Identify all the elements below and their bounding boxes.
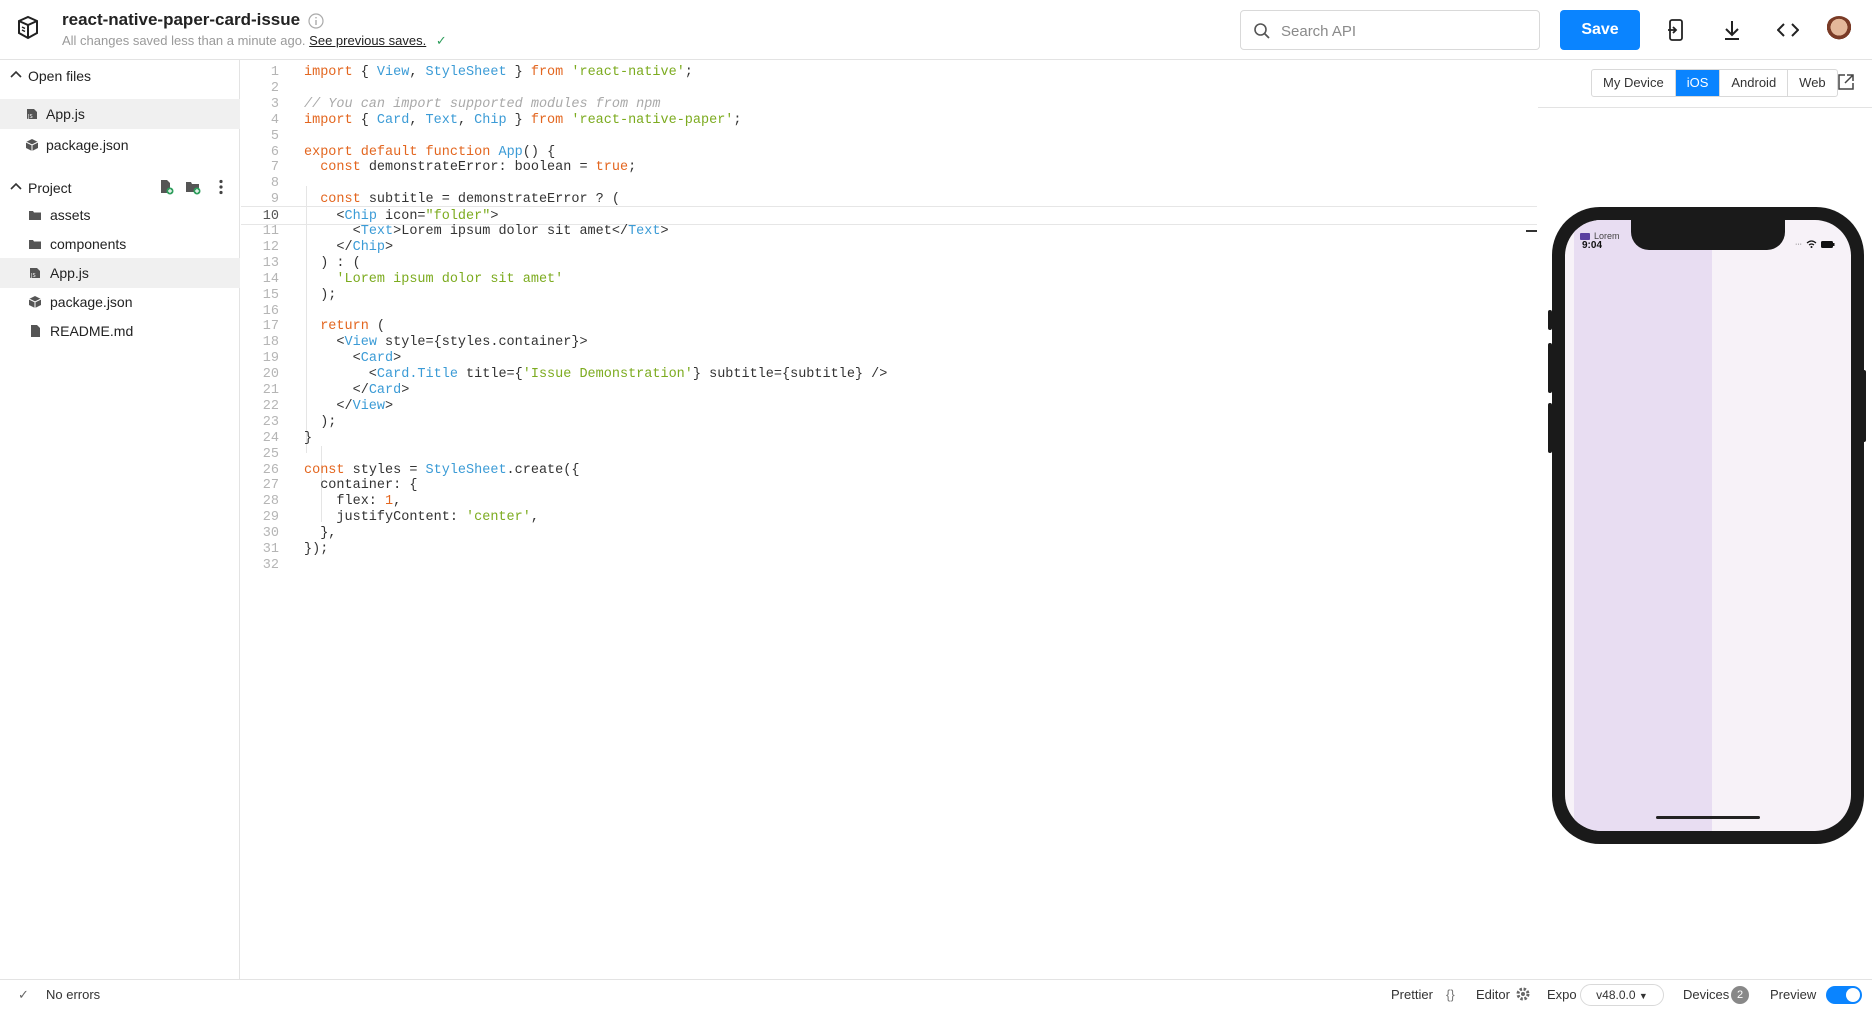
open-files-header[interactable]: Open files [0,62,240,90]
search-api-box[interactable] [1240,10,1540,50]
platform-web[interactable]: Web [1788,70,1837,96]
prettier-label[interactable]: Prettier [1391,987,1433,1002]
saved-check-icon: ✓ [435,33,447,48]
file-label: App.js [46,106,85,122]
line-number: 32 [262,557,279,573]
file-icon [31,325,40,337]
run-on-device-icon[interactable] [1662,16,1690,44]
prettier-braces-icon[interactable]: {} [1446,987,1455,1002]
overview-ruler-mark [1526,230,1537,232]
open-external-icon[interactable] [1837,73,1857,93]
folder-icon [29,211,41,220]
file-sidebar: Open files JS App.js package.json Projec… [0,60,240,979]
top-header: react-native-paper-card-issue All change… [0,0,1872,60]
status-footer: ✓ No errors Prettier {} Editor Expo v48.… [0,979,1872,1009]
no-errors-check-icon: ✓ [18,987,29,1002]
project-file-package-json[interactable]: package.json [0,287,240,317]
search-icon [1254,23,1270,39]
signal-icon: ··· [1795,240,1802,248]
project-folder-assets[interactable]: assets [0,200,240,230]
previous-saves-link[interactable]: See previous saves. [309,33,426,48]
open-file-package-json[interactable]: package.json [0,130,240,160]
devices-count-badge: 2 [1731,986,1749,1004]
project-file-readme[interactable]: README.md [0,316,240,346]
preview-toolbar: My Device iOS Android Web [1538,60,1872,108]
file-label: package.json [46,137,129,153]
info-icon[interactable] [308,13,324,29]
project-file-app-js[interactable]: JS App.js [0,258,240,288]
open-file-app-js[interactable]: JS App.js [0,99,240,129]
project-label: Project [28,180,72,196]
js-file-icon: JS [27,109,37,120]
editor-label[interactable]: Editor [1476,987,1510,1002]
caret-down-icon: ▼ [1638,991,1648,1001]
sdk-version-select[interactable]: v48.0.0 ▼ [1580,984,1664,1006]
folder-icon [1580,233,1590,240]
preview-toggle[interactable] [1826,986,1862,1004]
code-line[interactable]: 32 [241,556,1537,575]
package-icon [28,296,42,308]
new-folder-icon[interactable] [184,178,202,196]
file-label: README.md [50,323,134,339]
status-bar-time: 9:04 [1582,240,1603,251]
download-icon[interactable] [1718,16,1746,44]
devices-label[interactable]: Devices [1683,987,1729,1002]
sdk-version-value: v48.0.0 [1596,988,1636,1002]
folder-icon [29,240,41,249]
gear-icon[interactable] [1515,986,1531,1005]
preview-panel: My Device iOS Android Web Lorem 9:04 ··· [1538,60,1872,979]
project-title[interactable]: react-native-paper-card-issue [62,10,300,30]
platform-my-device[interactable]: My Device [1592,70,1676,96]
platform-selector: My Device iOS Android Web [1591,69,1838,97]
embed-code-icon[interactable] [1774,16,1802,44]
card-region [1574,220,1712,831]
new-file-icon[interactable] [157,178,175,196]
svg-text:JS: JS [30,273,36,279]
preview-label: Preview [1770,987,1817,1002]
device-screen[interactable]: Lorem 9:04 ··· [1565,220,1851,831]
save-button[interactable]: Save [1560,10,1640,50]
platform-android[interactable]: Android [1720,70,1789,96]
project-header[interactable]: Project [0,174,240,202]
chevron-up-icon [10,182,22,190]
js-file-icon: JS [30,268,40,279]
user-avatar[interactable] [1825,16,1853,44]
save-status: All changes saved less than a minute ago… [62,33,447,49]
more-options-icon[interactable] [212,178,230,196]
chevron-up-icon [10,70,22,78]
status-bar-icons: ··· [1795,240,1835,248]
save-status-text: All changes saved less than a minute ago… [62,33,306,48]
file-label: App.js [50,265,89,281]
battery-icon [1821,240,1835,248]
project-folder-components[interactable]: components [0,229,240,259]
file-label: package.json [50,294,133,310]
home-indicator [1656,816,1760,819]
svg-text:JS: JS [27,114,33,120]
code-editor[interactable]: 1 import { View, StyleSheet } from 'react… [241,60,1537,979]
platform-ios[interactable]: iOS [1675,70,1721,96]
package-icon [25,139,39,151]
ios-device-frame: Lorem 9:04 ··· [1552,207,1864,844]
file-label: components [50,236,127,252]
expo-label: Expo [1547,987,1577,1002]
device-notch [1631,220,1785,250]
snack-logo-icon[interactable] [13,13,43,43]
errors-status[interactable]: No errors [46,987,100,1002]
file-label: assets [50,207,91,223]
search-input[interactable] [1281,19,1531,43]
wifi-icon [1806,240,1817,248]
open-files-label: Open files [28,68,92,84]
